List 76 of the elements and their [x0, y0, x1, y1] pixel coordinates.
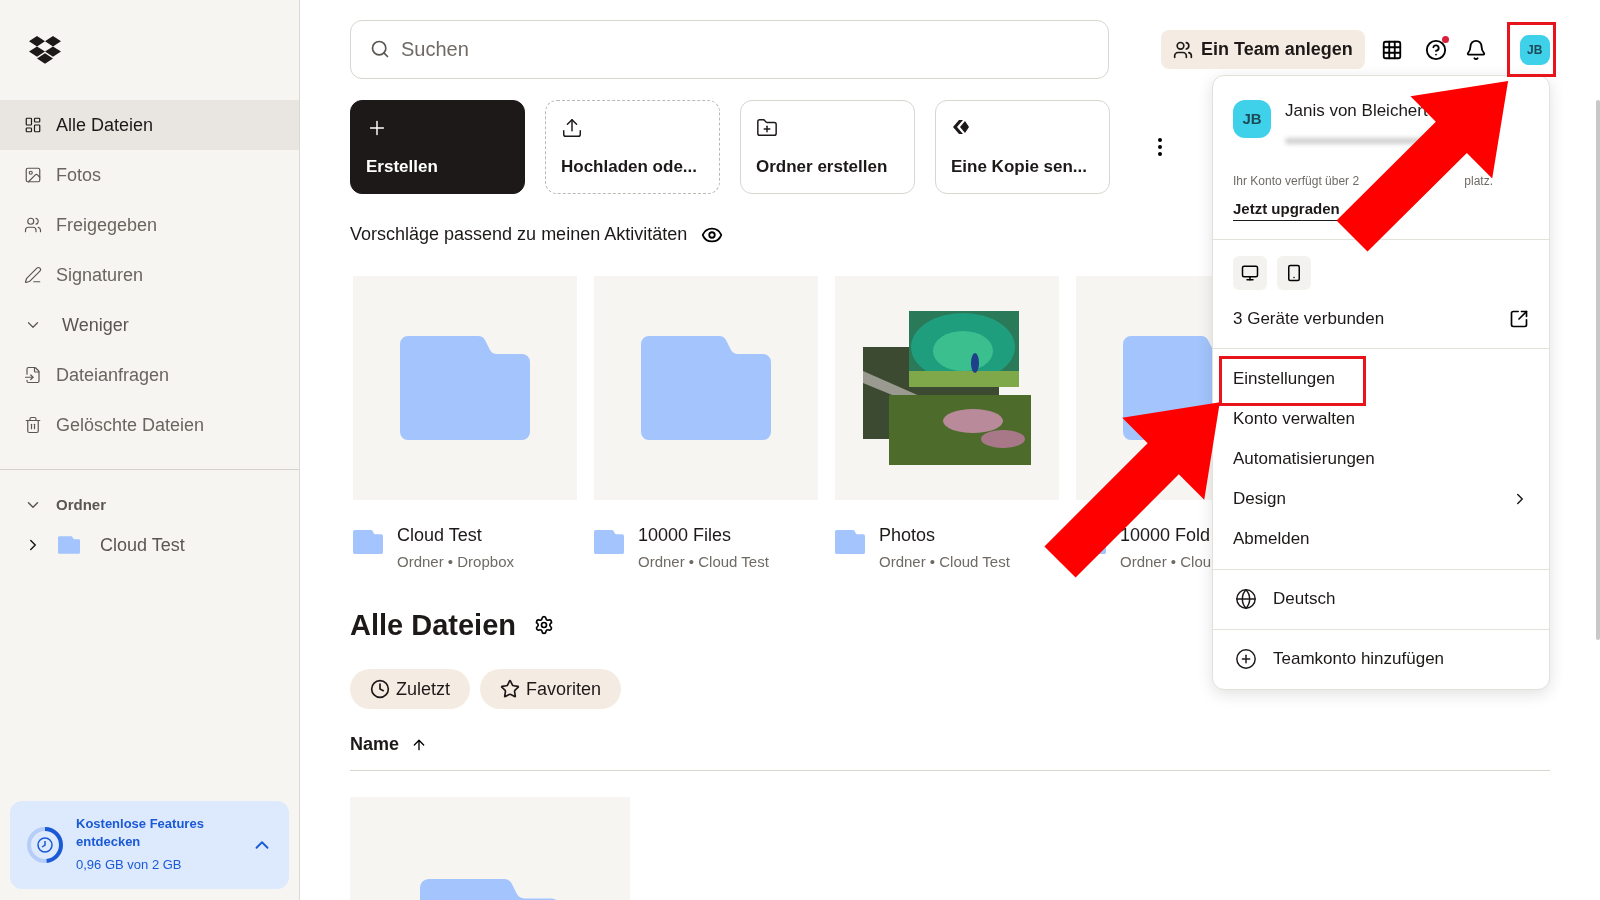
folder-icon	[594, 530, 624, 554]
thumbnail[interactable]	[353, 276, 577, 500]
sidebar-toggle[interactable]: Weniger	[0, 300, 299, 350]
image-icon	[24, 166, 42, 184]
people-icon	[24, 216, 42, 234]
search-icon	[370, 39, 390, 59]
pen-icon	[24, 266, 42, 284]
folder-icon	[400, 336, 530, 440]
globe-icon	[1235, 588, 1257, 610]
folders-section-toggle[interactable]: Ordner	[0, 490, 106, 520]
folder-icon	[58, 536, 80, 554]
language-item[interactable]: Deutsch	[1213, 568, 1549, 629]
item-meta: Ordner • Clou	[1120, 552, 1212, 572]
item-name[interactable]: 10000 Files	[638, 522, 769, 549]
thumbnail[interactable]	[835, 276, 1059, 500]
add-team-item[interactable]: Teamkonto hinzufügen	[1213, 628, 1549, 689]
folder-icon	[641, 336, 771, 440]
devices-label: 3 Geräte verbunden	[1233, 308, 1385, 330]
folder-icon	[835, 530, 865, 554]
menu-item[interactable]: Abmelden	[1213, 518, 1549, 559]
settings-icon[interactable]	[534, 615, 554, 636]
bell-icon[interactable]	[1464, 38, 1487, 61]
external-link-icon[interactable]	[1509, 308, 1529, 329]
thumbnail[interactable]	[594, 276, 818, 500]
help-icon[interactable]	[1424, 38, 1447, 61]
action-card[interactable]: Ordner erstellen	[740, 100, 915, 194]
item-meta: Ordner • Cloud Test	[638, 552, 769, 572]
storage-usage: 0,96 GB von 2 GB	[76, 856, 183, 875]
file-icon	[24, 366, 42, 384]
upgrade-link[interactable]: Jetzt upgraden	[1233, 197, 1340, 221]
action-card[interactable]: Erstellen	[350, 100, 525, 194]
menu-item[interactable]: Design	[1213, 478, 1549, 519]
section-title: Vorschläge passend zu meinen Aktivitäten	[350, 223, 688, 246]
mobile-device-tile[interactable]	[1277, 256, 1311, 290]
action-card[interactable]: Hochladen ode...	[545, 100, 720, 194]
people-icon	[1173, 39, 1193, 60]
search-field[interactable]: Suchen	[350, 20, 1109, 79]
folder-tree-item[interactable]: Cloud Test	[0, 522, 185, 568]
desktop-device-tile[interactable]	[1233, 256, 1267, 290]
app-grid-icon[interactable]	[1380, 38, 1403, 61]
avatar: JB	[1233, 100, 1271, 138]
promo-card[interactable]: Kostenlose Features entdecken 0,96 GB von 2 GB	[10, 801, 289, 889]
menu-item[interactable]: Konto verwalten	[1213, 398, 1549, 439]
filter-chip[interactable]: Zuletzt	[350, 669, 471, 709]
highlight-frame	[1507, 22, 1556, 77]
storage-note: platz.	[1464, 172, 1493, 190]
folder-plus-icon	[756, 117, 778, 139]
scrollbar[interactable]	[1596, 100, 1600, 640]
sidebar-item[interactable]: Alle Dateien	[0, 100, 299, 150]
avatar-button[interactable]: JB	[1519, 34, 1550, 65]
menu-item[interactable]: Automatisierungen	[1213, 438, 1549, 479]
promo-title: Kostenlose Features entdecken	[76, 815, 205, 852]
dashboard-icon	[24, 116, 42, 134]
storage-note: Ihr Konto verfügt über 2	[1233, 172, 1360, 190]
menu-item[interactable]: Einstellungen	[1213, 358, 1549, 399]
item-name[interactable]: Cloud Test	[397, 522, 514, 549]
folder-icon	[353, 530, 383, 554]
monitor-icon	[1241, 264, 1259, 282]
plus-circle-icon	[1235, 648, 1257, 670]
page-heading: Alle Dateien	[350, 607, 516, 643]
team-button[interactable]: Ein Team anlegen	[1161, 30, 1365, 69]
filter-chip[interactable]: Favoriten	[480, 669, 622, 709]
item-name[interactable]: Photos	[879, 522, 1010, 549]
dropbox-logo-icon[interactable]	[29, 36, 61, 64]
trash-icon	[24, 416, 42, 434]
name-column-header[interactable]: Name	[350, 731, 400, 758]
send-copy-icon	[951, 117, 971, 137]
storage-ring-icon	[26, 826, 64, 864]
action-card[interactable]: Eine Kopie sen...	[935, 100, 1110, 194]
item-meta: Ordner • Cloud Test	[879, 552, 1010, 572]
item-meta: Ordner • Dropbox	[397, 552, 514, 572]
clock-icon	[370, 679, 390, 699]
upload-icon	[561, 117, 583, 139]
phone-icon	[1285, 264, 1303, 282]
item-name[interactable]: 10000 Fold	[1120, 522, 1212, 549]
star-icon	[500, 679, 521, 699]
